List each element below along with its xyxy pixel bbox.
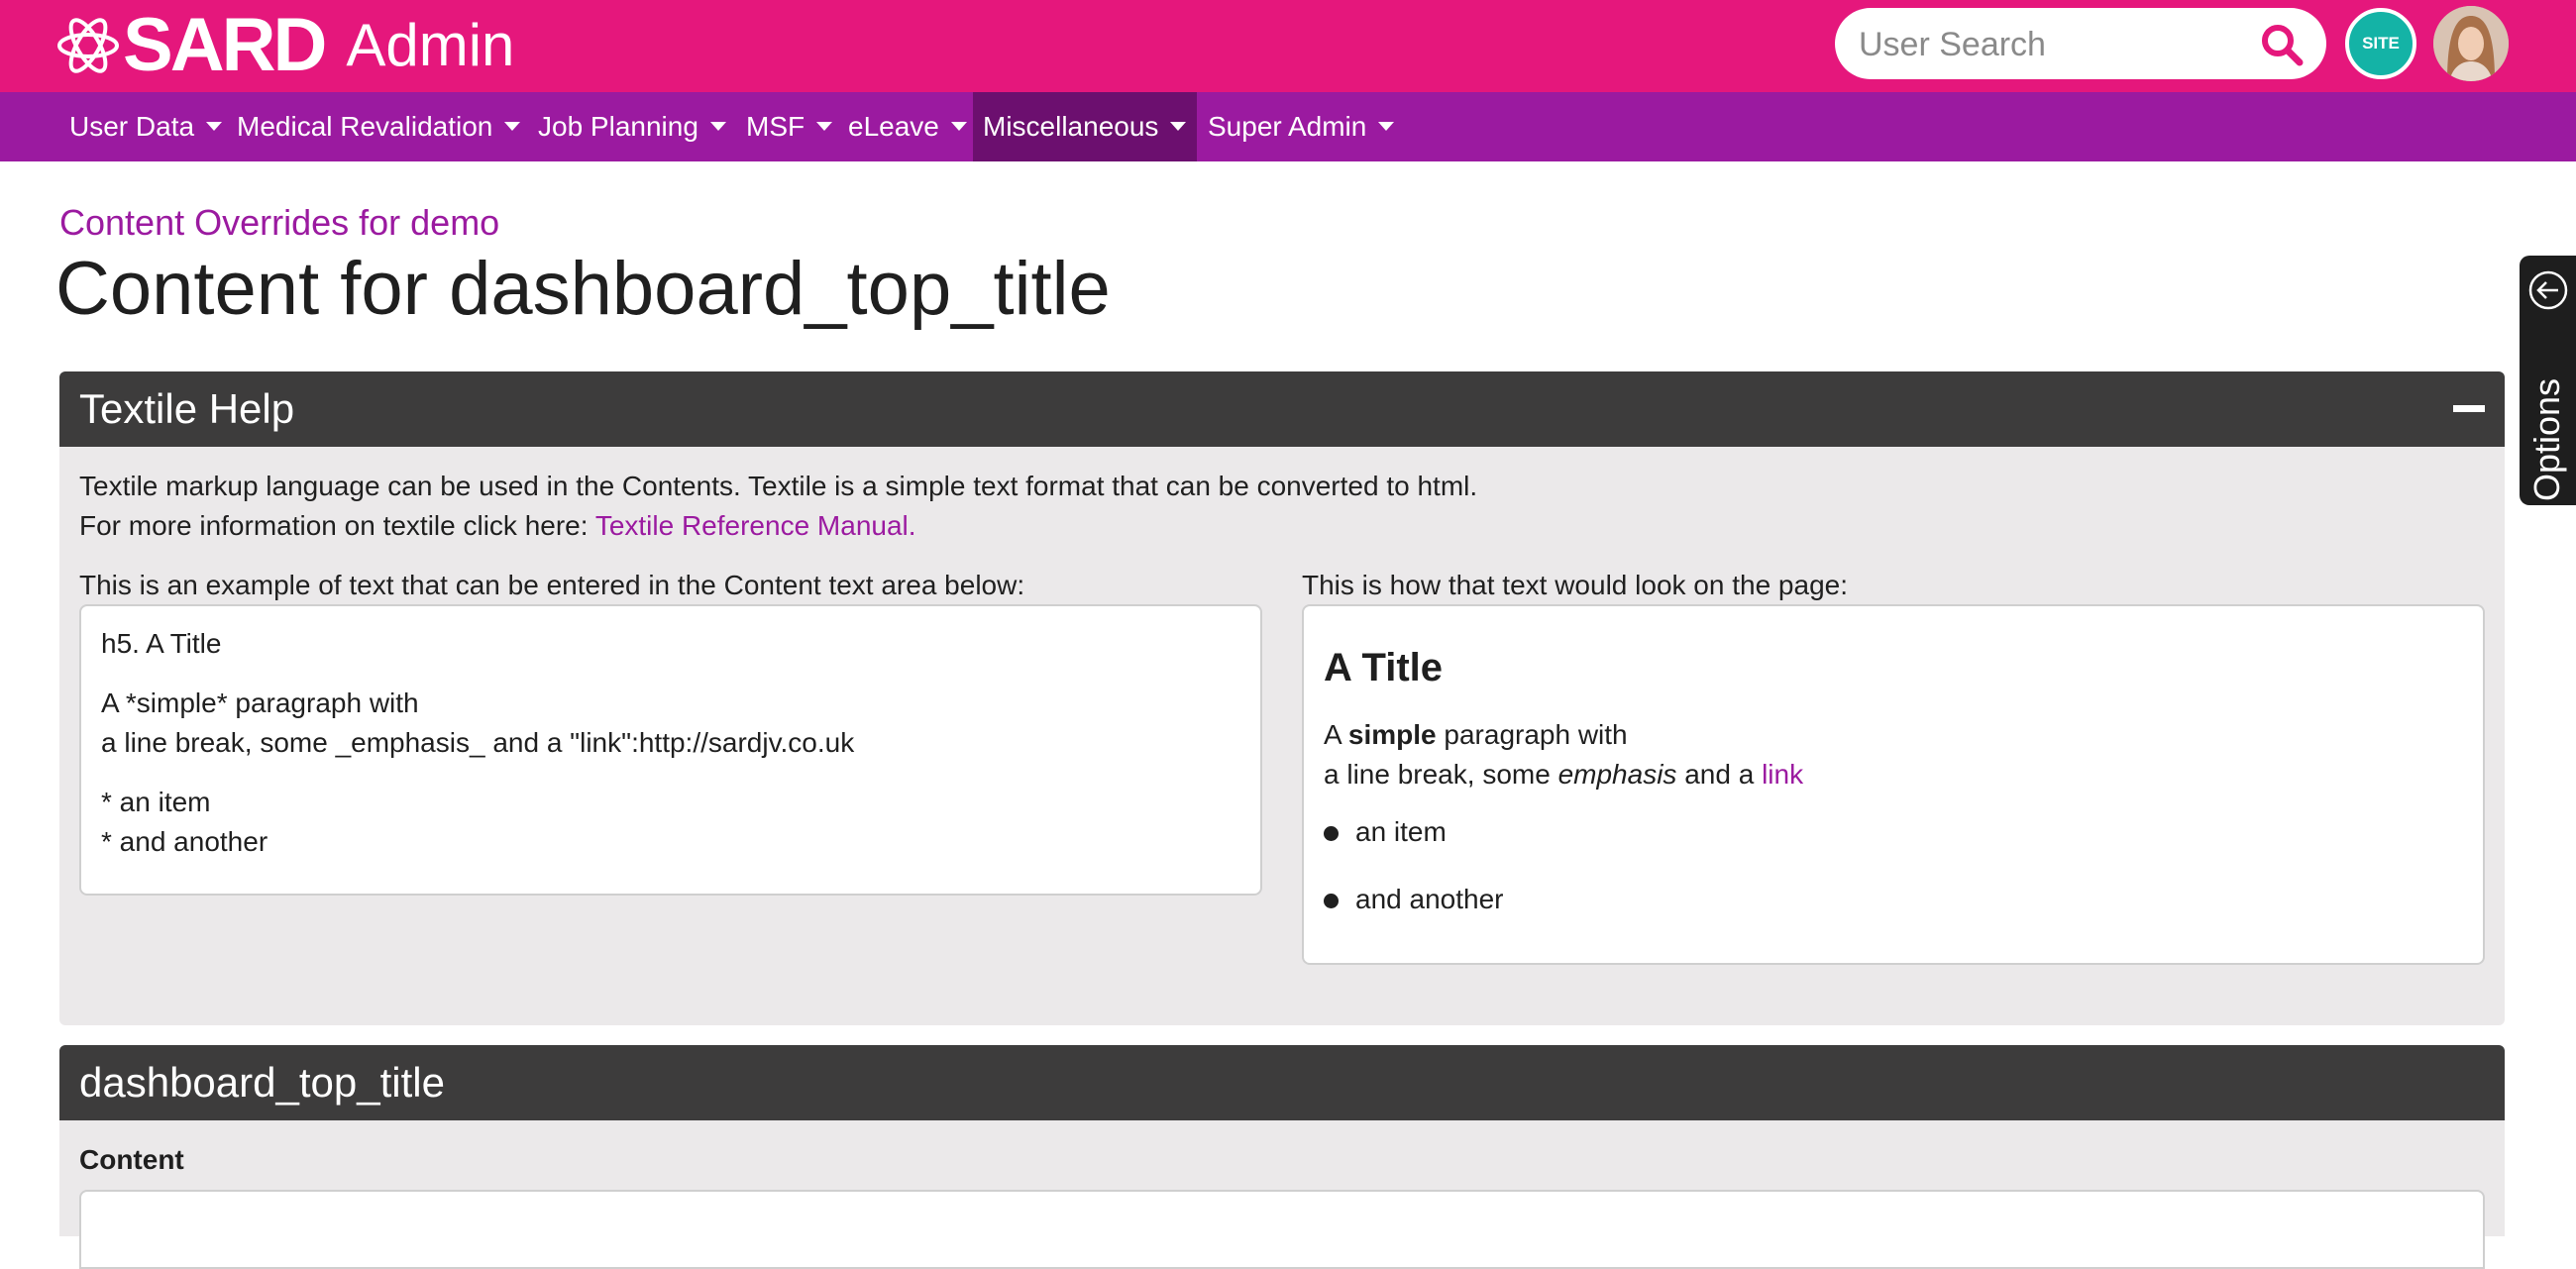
- caret-down-icon: [206, 122, 223, 132]
- bullet-icon: [1324, 826, 1339, 841]
- textile-help-panel: Textile Help Textile markup language can…: [59, 371, 2505, 1025]
- main-nav: User Data Medical Revalidation Job Plann…: [0, 92, 2576, 161]
- text-run: paragraph with: [1436, 719, 1628, 750]
- render-label: This is how that text would look on the …: [1302, 570, 1848, 600]
- arrow-left-circle-icon: [2528, 270, 2568, 310]
- nav-msf[interactable]: MSF: [736, 92, 842, 161]
- example-label: This is an example of text that can be e…: [79, 570, 1025, 600]
- rendered-paragraph-line: A simple paragraph with: [1324, 719, 1628, 751]
- nav-label: Super Admin: [1208, 111, 1367, 142]
- user-search-input[interactable]: [1857, 20, 2257, 69]
- content-field-label: Content: [79, 1144, 184, 1175]
- user-search: [1835, 8, 2326, 79]
- panel-title: Textile Help: [79, 385, 295, 432]
- bullet-icon: [1324, 894, 1339, 908]
- example-line: * an item: [101, 787, 211, 817]
- caret-down-icon: [504, 122, 521, 132]
- nav-label: eLeave: [848, 111, 939, 142]
- content-panel: dashboard_top_title Content: [59, 1045, 2505, 1269]
- content-panel-header: dashboard_top_title: [59, 1045, 2505, 1120]
- caret-down-icon: [1170, 122, 1187, 132]
- caret-down-icon: [816, 122, 833, 132]
- nav-label: MSF: [746, 111, 805, 142]
- options-label: Options: [2526, 377, 2567, 502]
- rendered-link[interactable]: link: [1762, 759, 1803, 790]
- search-icon[interactable]: [2259, 22, 2305, 67]
- rendered-title: A Title: [1324, 646, 1444, 689]
- top-bar: SARD Admin SITE: [0, 0, 2576, 92]
- example-line: A *simple* paragraph with: [101, 687, 419, 718]
- content-textarea[interactable]: [79, 1190, 2485, 1269]
- help-link-prefix: For more information on textile click he…: [79, 510, 595, 541]
- example-line: h5. A Title: [101, 628, 222, 659]
- brand-suffix: Admin: [346, 12, 515, 78]
- nav-medical-revalidation[interactable]: Medical Revalidation: [227, 92, 530, 161]
- text-run: A: [1324, 719, 1348, 750]
- example-line: a line break, some _emphasis_ and a "lin…: [101, 727, 855, 758]
- example-line: * and another: [101, 826, 268, 857]
- textile-reference-link[interactable]: Textile Reference Manual.: [595, 510, 916, 541]
- rendered-preview-box: A Title A simple paragraph with a line b…: [1302, 604, 2485, 965]
- nav-label: Miscellaneous: [983, 111, 1159, 142]
- caret-down-icon: [950, 122, 967, 132]
- user-photo-icon: [2433, 6, 2509, 81]
- caret-down-icon: [1378, 122, 1395, 132]
- nav-eleave[interactable]: eLeave: [838, 92, 977, 161]
- textile-help-header[interactable]: Textile Help: [59, 371, 2505, 447]
- nav-super-admin[interactable]: Super Admin: [1198, 92, 1404, 161]
- atom-logo-icon: [57, 18, 119, 73]
- nav-miscellaneous[interactable]: Miscellaneous: [973, 92, 1197, 161]
- emphasis-text: emphasis: [1557, 759, 1677, 790]
- brand-logo[interactable]: SARD Admin: [55, 8, 514, 83]
- help-intro-line: Textile markup language can be used in t…: [79, 471, 1478, 501]
- nav-job-planning[interactable]: Job Planning: [528, 92, 736, 161]
- brand-name: SARD: [123, 3, 327, 87]
- page-title: Content for dashboard_top_title: [55, 247, 1111, 331]
- rendered-paragraph-line: a line break, some emphasis and a link: [1324, 759, 1803, 791]
- page-subtitle: Content Overrides for demo: [59, 202, 500, 243]
- nav-label: Medical Revalidation: [237, 111, 493, 142]
- options-tab[interactable]: Options: [2520, 256, 2576, 505]
- rendered-list-item: and another: [1355, 884, 1504, 914]
- text-run: a line break, some: [1324, 759, 1558, 790]
- nav-label: Job Planning: [538, 111, 698, 142]
- collapse-icon[interactable]: [2453, 405, 2485, 412]
- avatar[interactable]: [2433, 6, 2509, 81]
- site-badge[interactable]: SITE: [2345, 8, 2416, 79]
- bold-text: simple: [1347, 719, 1437, 750]
- caret-down-icon: [709, 122, 726, 132]
- nav-label: User Data: [69, 111, 195, 142]
- help-link-line: For more information on textile click he…: [79, 510, 916, 542]
- nav-user-data[interactable]: User Data: [59, 92, 232, 161]
- rendered-list-item: an item: [1355, 816, 1447, 847]
- text-run: and a: [1676, 759, 1763, 790]
- example-textile-box: h5. A Title A *simple* paragraph with a …: [79, 604, 1262, 896]
- panel-title: dashboard_top_title: [79, 1059, 445, 1106]
